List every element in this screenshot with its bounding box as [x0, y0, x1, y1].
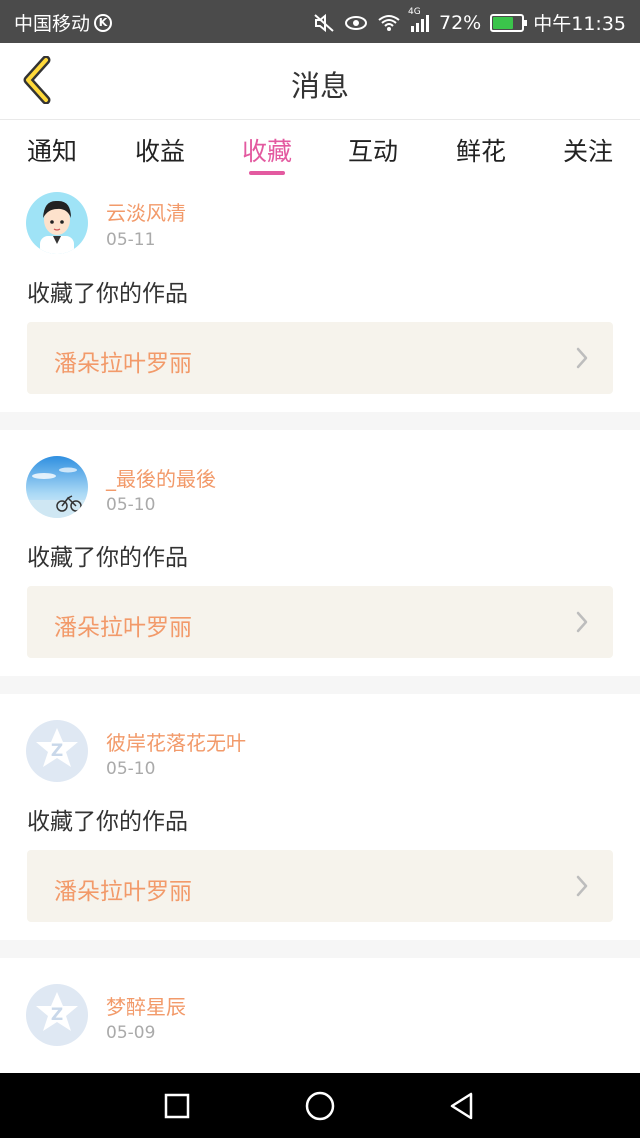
- mute-icon: [313, 13, 335, 33]
- cartoon-boy-avatar[interactable]: [26, 192, 88, 254]
- message-date: 05-09: [106, 1023, 156, 1043]
- message-text: 收藏了你的作品: [27, 545, 188, 571]
- username[interactable]: _最後的最後: [106, 463, 216, 492]
- tab-favorites[interactable]: 收藏: [222, 132, 312, 168]
- section-divider: [0, 940, 640, 958]
- system-nav-bar: [0, 1073, 640, 1138]
- status-bar: 中国移动 K 4G 72% 中午11:35: [0, 0, 640, 43]
- svg-text:Z: Z: [51, 741, 63, 761]
- list-item: 云淡风清 05-11 收藏了你的作品 潘朵拉叶罗丽: [0, 182, 640, 412]
- tab-bar: 通知 收益 收藏 互动 鲜花 关注: [0, 120, 640, 182]
- message-date: 05-10: [106, 495, 156, 515]
- message-date: 05-11: [106, 230, 156, 250]
- work-link[interactable]: 潘朵拉叶罗丽: [27, 322, 613, 394]
- system-back-button[interactable]: [445, 1089, 479, 1123]
- carrier-name: 中国移动: [14, 13, 91, 35]
- work-title: 潘朵拉叶罗丽: [54, 615, 192, 641]
- message-date: 05-10: [106, 759, 156, 779]
- list-item: _最後的最後 05-10 收藏了你的作品 潘朵拉叶罗丽: [0, 430, 640, 660]
- tab-flowers[interactable]: 鲜花: [436, 132, 526, 168]
- wifi-icon: [377, 14, 401, 32]
- circle-home-icon: [305, 1091, 335, 1121]
- clock: 中午11:35: [533, 13, 626, 35]
- page-title: 消息: [290, 69, 349, 103]
- svg-text:Z: Z: [51, 1005, 63, 1025]
- list-item: Z 彼岸花落花无叶 05-10 收藏了你的作品 潘朵拉叶罗丽: [0, 694, 640, 924]
- tab-earnings[interactable]: 收益: [115, 132, 205, 168]
- eye-icon: [344, 14, 368, 32]
- app-header: 消息: [0, 43, 640, 120]
- username[interactable]: 梦醉星辰: [106, 991, 186, 1020]
- chevron-right-icon: [576, 875, 588, 897]
- default-z-avatar[interactable]: Z: [26, 984, 88, 1046]
- work-title: 潘朵拉叶罗丽: [54, 351, 192, 377]
- triangle-back-icon: [450, 1092, 473, 1120]
- sky-bicycle-avatar[interactable]: [26, 456, 88, 518]
- signal-icon: 4G: [408, 7, 430, 32]
- tab-notifications[interactable]: 通知: [7, 132, 97, 168]
- chevron-right-icon: [576, 347, 588, 369]
- section-divider: [0, 676, 640, 694]
- default-z-avatar[interactable]: Z: [26, 720, 88, 782]
- recents-button[interactable]: [160, 1089, 194, 1123]
- username[interactable]: 云淡风清: [106, 197, 186, 226]
- chevron-right-icon: [576, 611, 588, 633]
- section-divider: [0, 412, 640, 430]
- work-link[interactable]: 潘朵拉叶罗丽: [27, 586, 613, 658]
- message-text: 收藏了你的作品: [27, 281, 188, 307]
- work-link[interactable]: 潘朵拉叶罗丽: [27, 850, 613, 922]
- work-title: 潘朵拉叶罗丽: [54, 879, 192, 905]
- network-type: 4G: [408, 6, 421, 17]
- tab-interactions[interactable]: 互动: [328, 132, 418, 168]
- square-recents-icon: [164, 1093, 190, 1119]
- battery-percent: 72%: [439, 11, 482, 34]
- list-item: Z 梦醉星辰 05-09 收藏了你的作品: [0, 958, 640, 1078]
- message-text: 收藏了你的作品: [27, 809, 188, 835]
- active-tab-indicator: [249, 171, 285, 175]
- carrier-badge-icon: K: [94, 13, 113, 32]
- tab-following[interactable]: 关注: [543, 132, 633, 168]
- battery-icon: [490, 13, 528, 32]
- home-button[interactable]: [303, 1089, 337, 1123]
- username[interactable]: 彼岸花落花无叶: [106, 727, 246, 756]
